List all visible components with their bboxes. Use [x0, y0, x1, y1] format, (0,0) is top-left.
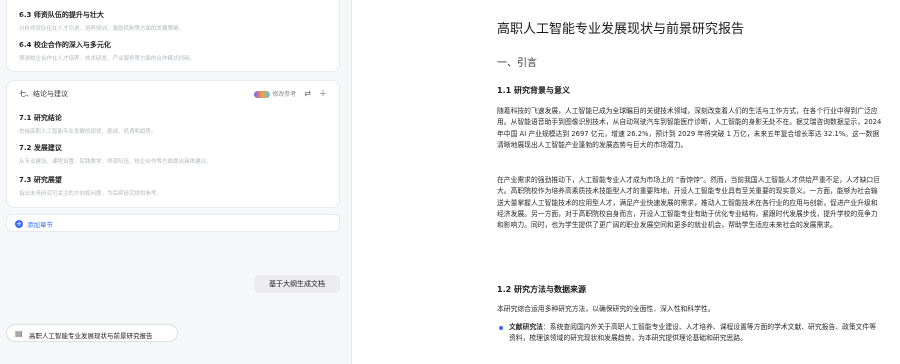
paragraph: 在产业需求的强劲推动下，人工智能专业人才成为市场上的 “香饽饽”。然而，当前我国… — [497, 176, 881, 230]
outline-item-title: 7.2 发展建议 — [19, 144, 62, 152]
outline-item-title: 6.4 校企合作的深入与多元化 — [19, 41, 111, 49]
paragraph: 随着科技的飞速发展，人工智能已成为全球瞩目的关键技术领域，深刻改变着人们的生活与… — [497, 107, 882, 149]
drag-handle-icon[interactable]: ⋮⋮ — [13, 175, 26, 183]
edit-reference-label: 修改参考 — [272, 91, 297, 98]
document-title: 高职人工智能专业发展现状与前景研究报告 — [497, 22, 745, 37]
outline-item-7-1[interactable]: ⋮⋮ 7.1 研究结论 总结高职人工智能专业发展的现状、挑战、机遇和趋势。 — [13, 113, 319, 135]
plus-icon[interactable]: ＋ — [319, 88, 327, 99]
document-preview: 高职人工智能专业发展现状与前景研究报告 一、引言 1.1 研究背景与意义 随着科… — [352, 0, 900, 364]
edit-reference-button[interactable]: 修改参考 — [254, 89, 296, 98]
document-icon: ▤ — [15, 329, 23, 338]
outline-item-desc: 预测校企合作在人才培养、技术研发、产业服务等方面的合作模式创新。 — [19, 56, 196, 62]
drag-handle-icon[interactable]: ⋮⋮ — [13, 143, 26, 151]
drag-handle-icon[interactable]: ⋮⋮ — [13, 10, 26, 18]
add-chapter-label: 添加章节 — [27, 221, 53, 229]
generate-document-button[interactable]: 基于大纲生成文档 — [254, 275, 340, 293]
add-chapter-button[interactable]: + 添加章节 — [6, 214, 340, 232]
paragraph: 本研究综合运用多种研究方法，以确保研究的全面性、深入性和科学性。 — [497, 305, 715, 313]
drag-handle-icon[interactable]: ⋮⋮ — [13, 40, 26, 48]
outline-item-desc: 指出未来研究可关注的方向和问题，为后续研究提供参考。 — [19, 191, 163, 197]
subsection-heading: 1.2 研究方法与数据来源 — [497, 285, 586, 294]
section-title: 七、结论与建议 — [19, 90, 68, 98]
outline-item-desc: 从专业建设、课程设置、实践教学、师资队伍、校企合作等方面提出具体建议。 — [19, 159, 212, 165]
outline-item-6-3[interactable]: ⋮⋮ 6.3 师资队伍的提升与壮大 分析师资队伍在人才引进、培养培训、激励机制等… — [13, 10, 319, 32]
outline-item-title: 7.1 研究结论 — [19, 114, 62, 122]
subsection-heading: 1.1 研究背景与意义 — [497, 86, 570, 95]
outline-item-6-4[interactable]: ⋮⋮ 6.4 校企合作的深入与多元化 预测校企合作在人才培养、技术研发、产业服务… — [13, 40, 319, 62]
bullet-icon — [499, 326, 503, 330]
add-circle-icon: + — [15, 220, 23, 228]
ai-badge-icon — [254, 91, 271, 98]
outline-item-7-3[interactable]: ⋮⋮ 7.3 研究展望 指出未来研究可关注的方向和问题，为后续研究提供参考。 — [13, 175, 319, 197]
drag-handle-icon[interactable]: ⋮⋮ — [13, 113, 26, 121]
document-chip[interactable]: ▤ 高职人工智能专业发展现状与前景研究报告 — [6, 324, 178, 342]
section-heading: 一、引言 — [497, 58, 537, 69]
outline-section-6-card: ⋮⋮ 6.3 师资队伍的提升与壮大 分析师资队伍在人才引进、培养培训、激励机制等… — [6, 0, 340, 72]
outline-item-7-2[interactable]: ⋮⋮ 7.2 发展建议 从专业建设、课程设置、实践教学、师资队伍、校企合作等方面… — [13, 143, 319, 165]
outline-item-title: 6.3 师资队伍的提升与壮大 — [19, 11, 104, 19]
app-window: ⋮⋮ 6.3 师资队伍的提升与壮大 分析师资队伍在人才引进、培养培训、激励机制等… — [0, 0, 900, 364]
list-item: 文献研究法：系统查阅国内外关于高职人工智能专业建设、人才培养、课程设置等方面的学… — [497, 322, 882, 345]
outline-item-title: 7.3 研究展望 — [19, 176, 62, 184]
outline-item-desc: 分析师资队伍在人才引进、培养培训、激励机制等方面的发展策略。 — [19, 26, 185, 32]
section-tools: 修改参考 ⇄ ＋ — [254, 88, 327, 99]
outline-section-7-card: 七、结论与建议 修改参考 ⇄ ＋ ⋮⋮ 7.1 研究结论 总结高职人工智能专业发… — [6, 80, 340, 208]
swap-icon[interactable]: ⇄ — [304, 89, 311, 98]
outline-panel: ⋮⋮ 6.3 师资队伍的提升与壮大 分析师资队伍在人才引进、培养培训、激励机制等… — [0, 0, 352, 364]
document-chip-label: 高职人工智能专业发展现状与前景研究报告 — [29, 331, 153, 340]
list-item-bold: 文献研究法 — [509, 323, 543, 331]
list-item-text: ：系统查阅国内外关于高职人工智能专业建设、人才培养、课程设置等方面的学术文献、研… — [509, 323, 877, 343]
outline-item-desc: 总结高职人工智能专业发展的现状、挑战、机遇和趋势。 — [19, 129, 157, 135]
